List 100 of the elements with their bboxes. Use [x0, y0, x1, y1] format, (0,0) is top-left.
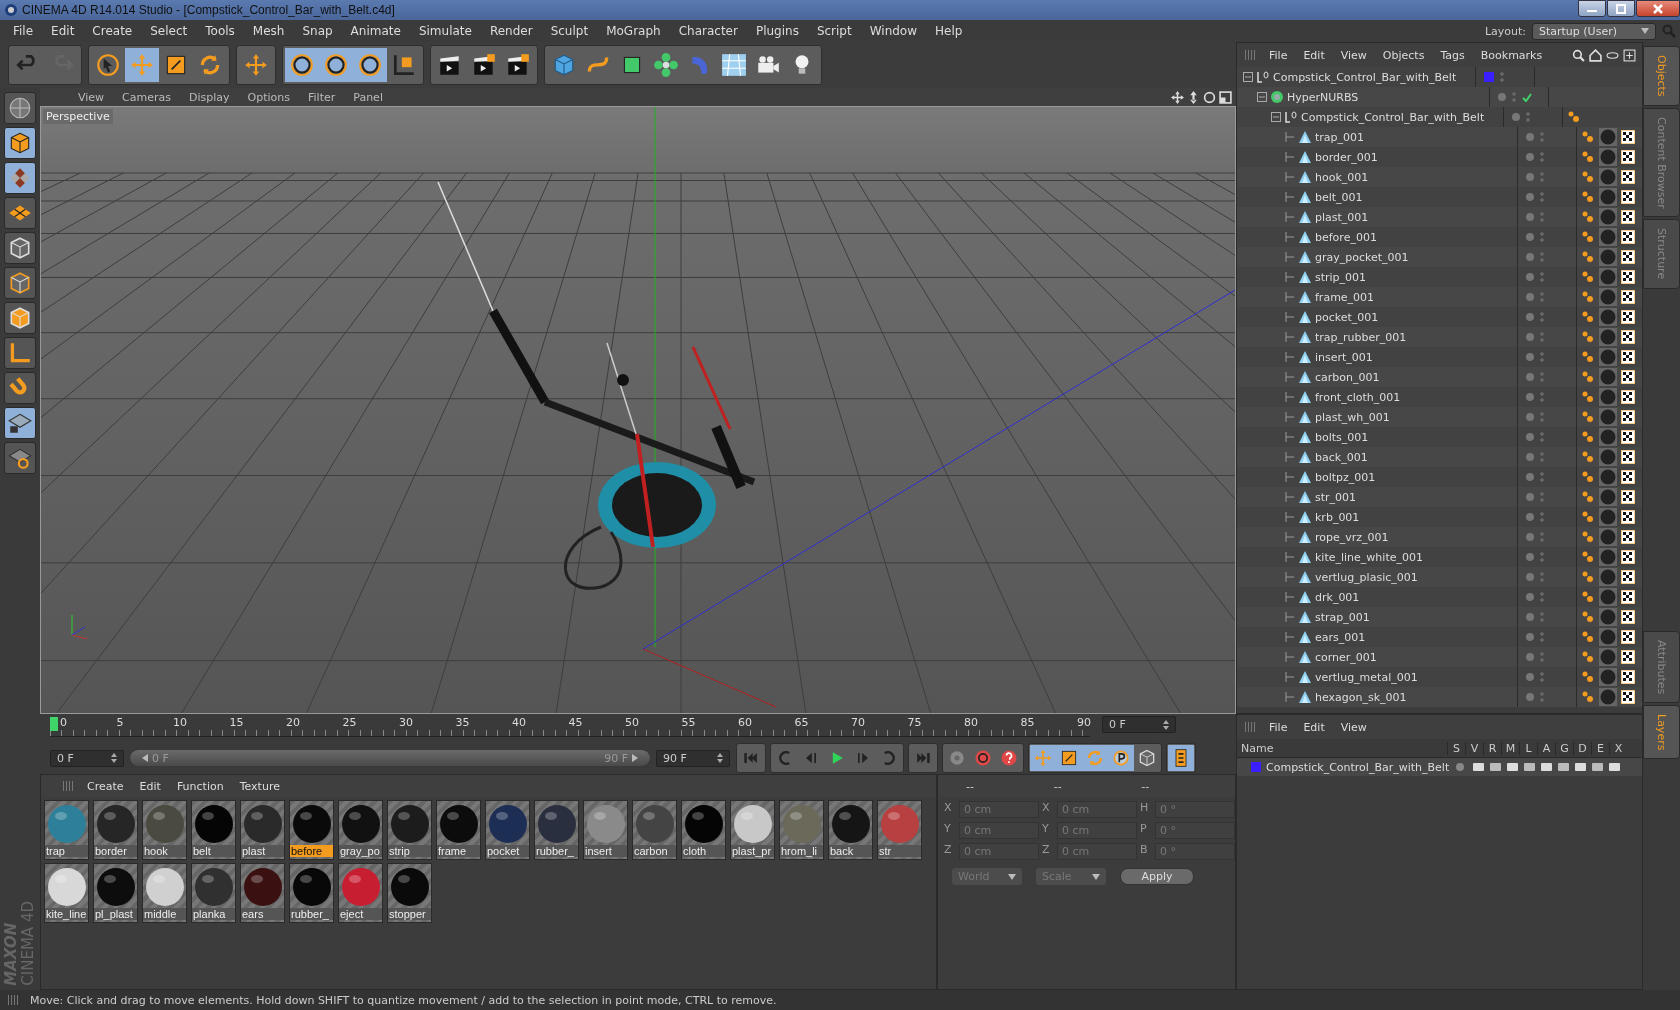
visibility-dot[interactable]	[1526, 433, 1534, 441]
visibility-dot[interactable]	[1526, 173, 1534, 181]
visibility-dot[interactable]	[1526, 613, 1534, 621]
cube-faces-button[interactable]	[4, 302, 36, 334]
visibility-dot[interactable]	[1526, 333, 1534, 341]
object-name[interactable]: hexagon_sk_001	[1315, 690, 1407, 704]
checkerboard-tag-icon[interactable]	[1621, 470, 1635, 484]
checkerboard-tag-icon[interactable]	[1621, 210, 1635, 224]
material-menu-item[interactable]: Function	[168, 778, 232, 794]
menu-item[interactable]: Snap	[293, 22, 342, 40]
object-name[interactable]: frame_001	[1315, 290, 1375, 304]
menu-item[interactable]: Character	[669, 22, 747, 40]
menu-item[interactable]: Mesh	[243, 22, 294, 40]
end-frame-field[interactable]: 90 F	[656, 749, 730, 767]
z-axis-button[interactable]	[353, 48, 387, 82]
render-dots-icon[interactable]	[1540, 431, 1544, 443]
object-menu-item[interactable]: File	[1261, 47, 1296, 63]
phong-tag-icon[interactable]	[1581, 290, 1595, 304]
object-name[interactable]: ears_001	[1315, 630, 1366, 644]
object-menu-item[interactable]: Edit	[1295, 47, 1333, 63]
visibility-dot[interactable]	[1526, 473, 1534, 481]
menu-item[interactable]: Tools	[196, 22, 244, 40]
apply-button[interactable]: Apply	[1120, 868, 1194, 885]
object-name[interactable]: vertlug_plasic_001	[1315, 570, 1418, 584]
visibility-dot[interactable]	[1526, 633, 1534, 641]
phong-tag-icon[interactable]	[1581, 190, 1595, 204]
visibility-dot[interactable]	[1526, 673, 1534, 681]
render-dots-icon[interactable]	[1526, 111, 1530, 123]
checkerboard-tag-icon[interactable]	[1621, 690, 1635, 704]
object-name[interactable]: border_001	[1315, 150, 1378, 164]
material-swatch[interactable]: eject	[338, 863, 383, 923]
phong-tag-icon[interactable]	[1581, 430, 1595, 444]
phong-tag-icon[interactable]	[1581, 270, 1595, 284]
checkerboard-tag-icon[interactable]	[1621, 570, 1635, 584]
start-frame-field[interactable]: 0 F	[50, 749, 124, 767]
timeline-ruler[interactable]: 0 5 10 15 20 25 30 35 40 45 50 55 60 65 70 75 80 85 90	[50, 714, 1090, 737]
material-swatch[interactable]: hrom_li	[779, 800, 824, 860]
phong-tag-icon[interactable]	[1581, 370, 1595, 384]
sphere-mesh-button[interactable]	[4, 92, 36, 124]
render-dots-icon[interactable]	[1540, 551, 1544, 563]
layer-menu-item[interactable]: File	[1261, 719, 1296, 735]
checkerboard-tag-icon[interactable]	[1621, 310, 1635, 324]
render-dots-icon[interactable]	[1540, 351, 1544, 363]
render-dots-icon[interactable]	[1540, 631, 1544, 643]
object-name[interactable]: belt_001	[1315, 190, 1363, 204]
material-swatch[interactable]: ears	[240, 863, 285, 923]
object-menu-item[interactable]: Bookmarks	[1472, 47, 1551, 63]
phong-tag-icon[interactable]	[1581, 470, 1595, 484]
object-name[interactable]: str_001	[1315, 490, 1357, 504]
viewport-menu-item[interactable]: View	[70, 89, 113, 105]
layer-menu-item[interactable]: Edit	[1295, 719, 1333, 735]
phong-tag-icon[interactable]	[1567, 110, 1581, 124]
search-icon[interactable]	[1572, 48, 1585, 62]
menu-item[interactable]: Create	[83, 22, 142, 40]
object-name[interactable]: vertlug_metal_001	[1315, 670, 1418, 684]
checkerboard-tag-icon[interactable]	[1621, 490, 1635, 504]
material-swatch[interactable]: middle	[142, 863, 187, 923]
viewport-menu-item[interactable]: Options	[239, 89, 298, 105]
visibility-dot[interactable]	[1526, 373, 1534, 381]
checkerboard-tag-icon[interactable]	[1621, 190, 1635, 204]
spinner-arrows-icon[interactable]	[111, 753, 117, 763]
visibility-dot[interactable]	[1526, 453, 1534, 461]
phong-tag-icon[interactable]	[1581, 670, 1595, 684]
maximize-view-icon[interactable]	[1219, 90, 1232, 104]
object-name[interactable]: plast_001	[1315, 210, 1369, 224]
checkerboard-tag-icon[interactable]	[1621, 630, 1635, 644]
checkerboard-tag-icon[interactable]	[1621, 350, 1635, 364]
object-menu-item[interactable]: View	[1332, 47, 1375, 63]
checkerboard-tag-icon[interactable]	[1621, 430, 1635, 444]
menu-item[interactable]: Script	[807, 22, 861, 40]
visibility-dot[interactable]	[1526, 553, 1534, 561]
object-name[interactable]: bolts_001	[1315, 430, 1369, 444]
visibility-dot[interactable]	[1526, 573, 1534, 581]
phong-tag-icon[interactable]	[1581, 310, 1595, 324]
visibility-dot[interactable]	[1526, 293, 1534, 301]
render-dots-icon[interactable]	[1540, 591, 1544, 603]
3d-viewport[interactable]: Perspective	[40, 106, 1236, 714]
render-dots-icon[interactable]	[1540, 511, 1544, 523]
render-dots-icon[interactable]	[1540, 271, 1544, 283]
material-swatch[interactable]: str	[877, 800, 922, 860]
menu-item[interactable]: Animate	[341, 22, 410, 40]
material-menu-item[interactable]: Edit	[131, 778, 169, 794]
render-dots-icon[interactable]	[1540, 391, 1544, 403]
visibility-dot[interactable]	[1526, 413, 1534, 421]
phong-tag-icon[interactable]	[1581, 550, 1595, 564]
object-name[interactable]: back_001	[1315, 450, 1368, 464]
visibility-dot[interactable]	[1526, 593, 1534, 601]
object-name[interactable]: corner_001	[1315, 650, 1377, 664]
spinner-arrows-icon[interactable]	[717, 753, 723, 763]
visibility-dot[interactable]	[1526, 313, 1534, 321]
phong-tag-icon[interactable]	[1581, 610, 1595, 624]
material-swatch[interactable]: planka	[191, 863, 236, 923]
phong-tag-icon[interactable]	[1581, 210, 1595, 224]
checkerboard-tag-icon[interactable]	[1621, 670, 1635, 684]
phong-tag-icon[interactable]	[1581, 490, 1595, 504]
menu-item[interactable]: Edit	[42, 22, 84, 40]
checkerboard-tag-icon[interactable]	[1621, 550, 1635, 564]
material-swatch[interactable]: frame	[436, 800, 481, 860]
object-name[interactable]: boltpz_001	[1315, 470, 1376, 484]
viewport-menu-item[interactable]: Display	[181, 89, 238, 105]
